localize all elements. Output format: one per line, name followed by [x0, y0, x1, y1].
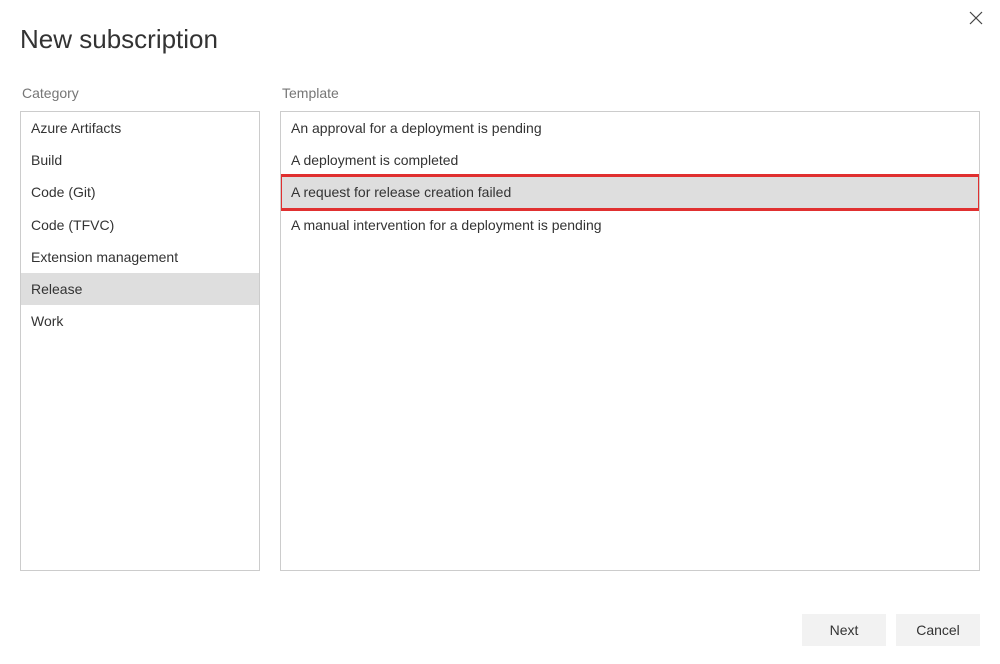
category-item[interactable]: Code (Git) — [21, 176, 259, 208]
category-item[interactable]: Build — [21, 144, 259, 176]
dialog-footer: Next Cancel — [802, 614, 980, 646]
template-item[interactable]: An approval for a deployment is pending — [281, 112, 979, 144]
cancel-button[interactable]: Cancel — [896, 614, 980, 646]
category-item[interactable]: Azure Artifacts — [21, 112, 259, 144]
columns: Category Azure ArtifactsBuildCode (Git)C… — [20, 85, 980, 571]
dialog-title: New subscription — [20, 24, 980, 55]
next-button[interactable]: Next — [802, 614, 886, 646]
category-column: Category Azure ArtifactsBuildCode (Git)C… — [20, 85, 260, 571]
template-item[interactable]: A request for release creation failed — [281, 176, 979, 208]
close-button[interactable] — [964, 8, 988, 32]
new-subscription-dialog: New subscription Category Azure Artifact… — [0, 0, 1000, 664]
category-item[interactable]: Work — [21, 305, 259, 337]
template-column: Template An approval for a deployment is… — [280, 85, 980, 571]
category-item[interactable]: Code (TFVC) — [21, 209, 259, 241]
category-item[interactable]: Extension management — [21, 241, 259, 273]
category-item[interactable]: Release — [21, 273, 259, 305]
close-icon — [969, 11, 983, 30]
template-list: An approval for a deployment is pendingA… — [280, 111, 980, 571]
template-item[interactable]: A manual intervention for a deployment i… — [281, 209, 979, 241]
template-header: Template — [280, 85, 980, 101]
category-list: Azure ArtifactsBuildCode (Git)Code (TFVC… — [20, 111, 260, 571]
template-item[interactable]: A deployment is completed — [281, 144, 979, 176]
category-header: Category — [20, 85, 260, 101]
